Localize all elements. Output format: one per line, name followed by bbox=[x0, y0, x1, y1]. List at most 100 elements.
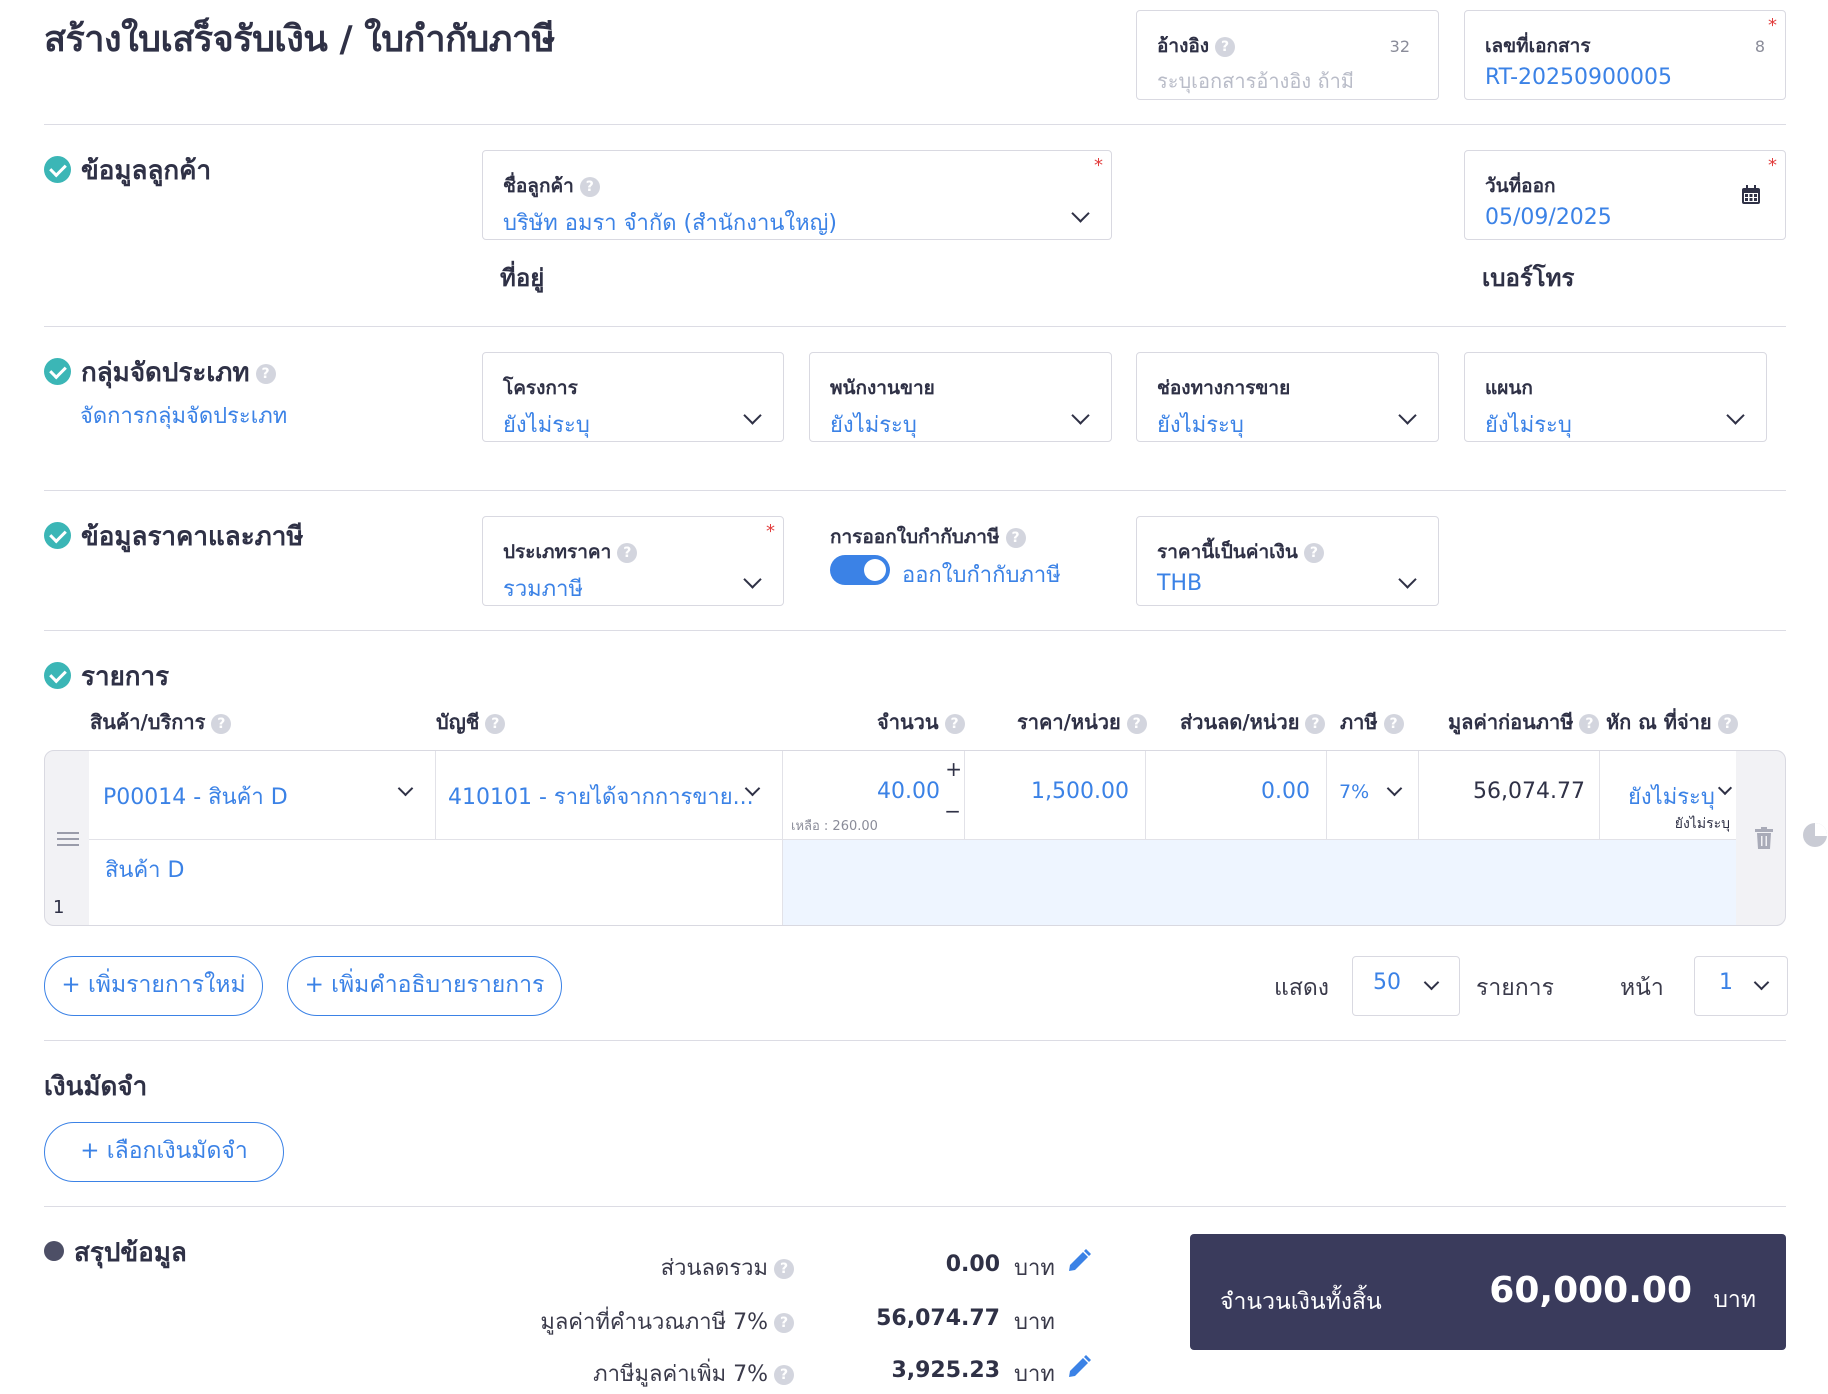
column-header-product: สินค้า/บริการ? bbox=[90, 706, 232, 738]
show-label: แสดง bbox=[1274, 975, 1330, 1001]
help-icon[interactable]: ? bbox=[1579, 713, 1600, 734]
quantity-value: 40.00 bbox=[877, 779, 940, 804]
trash-icon[interactable] bbox=[1755, 827, 1773, 849]
help-icon[interactable]: ? bbox=[617, 542, 638, 563]
help-icon[interactable]: ? bbox=[485, 713, 506, 734]
chevron-down-icon bbox=[743, 570, 762, 589]
reference-field[interactable]: อ้างอิง? 32 ระบุเอกสารอ้างอิง ถ้ามี bbox=[1136, 10, 1439, 100]
chevron-down-icon bbox=[1398, 570, 1417, 589]
help-icon[interactable]: ? bbox=[1303, 542, 1324, 563]
add-description-button[interactable]: + เพิ่มคำอธิบายรายการ bbox=[287, 956, 562, 1016]
product-cell[interactable]: P00014 - สินค้า D bbox=[89, 751, 436, 839]
summary-discount-value: 0.00 bbox=[945, 1252, 1000, 1277]
product-value: P00014 - สินค้า D bbox=[103, 785, 288, 810]
doc-number-input[interactable]: RT-20250900005 bbox=[1485, 65, 1672, 90]
customer-label: ชื่อลูกค้า bbox=[503, 175, 574, 197]
column-header-discount: ส่วนลด/หน่วย? bbox=[1180, 706, 1326, 738]
sales-channel-label: ช่องทางการขาย bbox=[1157, 377, 1291, 399]
department-label: แผนก bbox=[1485, 377, 1533, 399]
help-icon[interactable]: ? bbox=[944, 713, 965, 734]
pencil-icon[interactable] bbox=[1066, 1354, 1092, 1380]
tax-value: 7% bbox=[1339, 781, 1370, 803]
doc-number-count: 8 bbox=[1754, 37, 1765, 56]
add-item-button[interactable]: + เพิ่มรายการใหม่ bbox=[44, 956, 263, 1016]
summary-vat-value: 3,925.23 bbox=[891, 1358, 1000, 1383]
row-index: 1 bbox=[53, 897, 65, 918]
tax-select[interactable]: 7% bbox=[1327, 751, 1419, 839]
column-header-account: บัญชี? bbox=[436, 706, 506, 738]
reference-label: อ้างอิง bbox=[1157, 35, 1210, 57]
total-label: จำนวนเงินทั้งสิ้น bbox=[1220, 1289, 1382, 1315]
tax-invoice-toggle[interactable] bbox=[830, 555, 890, 585]
check-circle-icon bbox=[44, 662, 71, 689]
withholding-select[interactable]: ยังไม่ระบุ ยังไม่ระบุ bbox=[1600, 751, 1736, 839]
column-header-withholding: หัก ณ ที่จ่าย? bbox=[1606, 706, 1738, 738]
pre-tax-cell: 56,074.77 bbox=[1419, 751, 1600, 839]
help-icon[interactable]: ? bbox=[211, 713, 232, 734]
minus-icon[interactable]: − bbox=[944, 799, 961, 823]
plus-icon[interactable]: + bbox=[945, 757, 962, 781]
help-icon[interactable]: ? bbox=[255, 363, 276, 384]
chevron-down-icon bbox=[1398, 406, 1417, 425]
customer-select[interactable]: * ชื่อลูกค้า? บริษัท อมรา จำกัด (สำนักงา… bbox=[482, 150, 1112, 240]
project-label: โครงการ bbox=[503, 377, 578, 399]
tax-invoice-label: การออกใบกำกับภาษี? bbox=[830, 522, 1026, 552]
page-number-select[interactable]: 1 bbox=[1694, 956, 1788, 1016]
discount-cell[interactable]: 0.00 bbox=[1146, 751, 1327, 839]
summary-discount-unit: บาท bbox=[1014, 1256, 1055, 1281]
item-table: 1 P00014 - สินค้า D 410101 - รายได้จากกา… bbox=[44, 750, 1786, 926]
select-deposit-button[interactable]: + เลือกเงินมัดจำ bbox=[44, 1122, 284, 1182]
help-icon[interactable]: ? bbox=[1383, 713, 1404, 734]
salesperson-select[interactable]: พนักงานขาย ยังไม่ระบุ bbox=[809, 352, 1112, 442]
help-icon[interactable]: ? bbox=[774, 1259, 794, 1279]
withholding-value: ยังไม่ระบุ bbox=[1628, 785, 1715, 810]
divider bbox=[44, 1040, 1786, 1041]
doc-number-field[interactable]: * เลขที่เอกสาร 8 RT-20250900005 bbox=[1464, 10, 1786, 100]
check-circle-icon bbox=[44, 358, 71, 385]
help-icon[interactable]: ? bbox=[774, 1365, 794, 1385]
divider bbox=[44, 1206, 1786, 1207]
check-circle-icon bbox=[44, 522, 71, 549]
unit-price-cell[interactable]: 1,500.00 bbox=[965, 751, 1146, 839]
help-icon[interactable]: ? bbox=[1005, 527, 1026, 548]
summary-discount-label: ส่วนลดรวม? bbox=[661, 1250, 794, 1285]
page-number-value: 1 bbox=[1719, 970, 1733, 995]
project-select[interactable]: โครงการ ยังไม่ระบุ bbox=[482, 352, 784, 442]
manage-category-link[interactable]: จัดการกลุ่มจัดประเภท bbox=[80, 398, 287, 433]
description-extension bbox=[783, 839, 1736, 925]
status-dot bbox=[44, 1241, 64, 1261]
chevron-down-icon bbox=[1423, 974, 1440, 991]
drag-handle-icon[interactable] bbox=[57, 831, 79, 847]
phone-label: เบอร์โทร bbox=[1482, 264, 1575, 292]
price-section-title: ข้อมูลราคาและภาษี bbox=[44, 516, 304, 557]
pie-chart-icon[interactable] bbox=[1802, 822, 1828, 848]
quantity-stepper[interactable]: 40.00 เหลือ : 260.00 + − bbox=[783, 751, 965, 839]
help-icon[interactable]: ? bbox=[1215, 36, 1236, 57]
calendar-icon[interactable] bbox=[1741, 185, 1761, 205]
customer-section-title: ข้อมูลลูกค้า bbox=[44, 150, 211, 191]
sales-channel-select[interactable]: ช่องทางการขาย ยังไม่ระบุ bbox=[1136, 352, 1439, 442]
price-type-select[interactable]: * ประเภทราคา? รวมภาษี bbox=[482, 516, 784, 606]
help-icon[interactable]: ? bbox=[774, 1313, 794, 1333]
issue-date-field[interactable]: * วันที่ออก 05/09/2025 bbox=[1464, 150, 1786, 240]
reference-input[interactable]: ระบุเอกสารอ้างอิง ถ้ามี bbox=[1157, 65, 1354, 97]
help-icon[interactable]: ? bbox=[1717, 713, 1738, 734]
help-icon[interactable]: ? bbox=[1126, 713, 1147, 734]
description-cell[interactable]: สินค้า D bbox=[89, 839, 783, 925]
divider bbox=[44, 326, 1786, 327]
items-section-title: รายการ bbox=[44, 656, 169, 697]
account-cell[interactable]: 410101 - รายได้จากการขาย... bbox=[436, 751, 783, 839]
help-icon[interactable]: ? bbox=[1305, 713, 1326, 734]
page-title: สร้างใบเสร็จรับเงิน / ใบกำกับภาษี bbox=[44, 19, 555, 60]
currency-select[interactable]: ราคานี้เป็นค่าเงิน? THB bbox=[1136, 516, 1439, 606]
currency-label: ราคานี้เป็นค่าเงิน bbox=[1157, 541, 1298, 563]
pencil-icon[interactable] bbox=[1066, 1248, 1092, 1274]
price-type-label: ประเภทราคา bbox=[503, 541, 612, 563]
required-mark: * bbox=[1768, 155, 1777, 176]
address-label: ที่อยู่ bbox=[500, 264, 545, 292]
summary-taxable-value: 56,074.77 bbox=[876, 1306, 1000, 1331]
page-size-select[interactable]: 50 bbox=[1352, 956, 1460, 1016]
department-select[interactable]: แผนก ยังไม่ระบุ bbox=[1464, 352, 1767, 442]
total-unit: บาท bbox=[1713, 1287, 1756, 1313]
help-icon[interactable]: ? bbox=[579, 176, 600, 197]
